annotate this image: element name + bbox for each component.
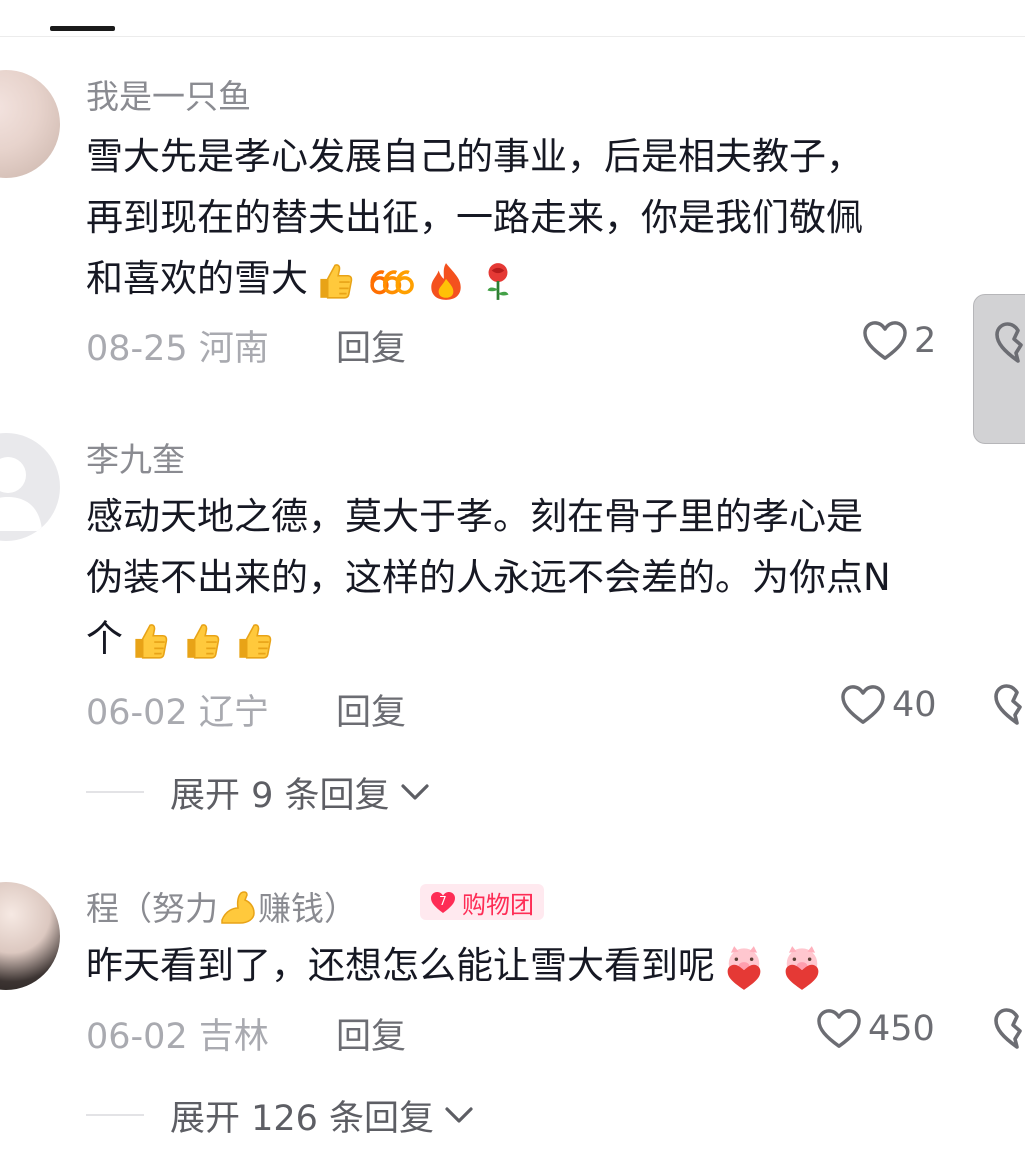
like-button[interactable]: 40 (840, 683, 937, 727)
like-count: 2 (914, 321, 937, 361)
chevron-down-icon (400, 782, 430, 802)
avatar[interactable] (0, 433, 60, 541)
like-count: 450 (868, 1009, 935, 1049)
666-emoji-icon (365, 260, 415, 302)
broken-heart-icon (993, 683, 1025, 727)
divider-line (86, 1114, 144, 1116)
default-avatar-icon (0, 457, 42, 531)
top-divider (0, 36, 1025, 37)
floating-side-panel[interactable] (973, 294, 1025, 444)
comment-username[interactable]: 李九奎 (86, 433, 185, 481)
chevron-down-icon (444, 1105, 474, 1125)
badge-heart-icon: 7 (431, 892, 455, 913)
badge-label: 购物团 (462, 890, 534, 919)
comment-line: 和喜欢的雪大 (86, 248, 863, 309)
heart-icon (862, 320, 908, 362)
comment-text: 昨天看到了，还想怎么能让雪大看到呢 (86, 935, 831, 996)
avatar[interactable] (0, 882, 60, 990)
dislike-button[interactable] (993, 1007, 1025, 1051)
divider-line (86, 791, 144, 793)
drag-handle[interactable] (50, 26, 115, 31)
like-button[interactable]: 450 (816, 1007, 935, 1051)
reply-button[interactable]: 回复 (336, 684, 406, 735)
like-count: 40 (892, 685, 937, 725)
comment-text: 雪大先是孝心发展自己的事业，后是相夫教子， 再到现在的替夫出征，一路走来，你是我… (86, 126, 863, 309)
comment-line: 伪装不出来的，这样的人永远不会差的。为你点N (86, 556, 891, 599)
like-button[interactable]: 2 (862, 319, 936, 363)
reply-button[interactable]: 回复 (336, 320, 406, 371)
heart-icon (816, 1008, 862, 1050)
comment-line: 感动天地之德，莫大于孝。刻在骨子里的孝心是 (86, 495, 863, 538)
thumbs-up-emoji-icon (180, 620, 222, 662)
comment-line: 雪大先是孝心发展自己的事业，后是相夫教子， (86, 135, 863, 178)
comment-date-location: 08-25 河南 (86, 329, 269, 369)
fire-emoji-icon (425, 260, 467, 302)
thumbs-up-emoji-icon (313, 260, 355, 302)
heart-icon (840, 684, 886, 726)
expand-replies-label: 展开 126 条回复 (170, 1098, 435, 1139)
thumbs-up-emoji-icon (232, 620, 274, 662)
comment-date-location: 06-02 辽宁 (86, 693, 269, 733)
pig-heart-emoji-icon (778, 944, 826, 992)
avatar[interactable] (0, 70, 60, 178)
flexed-biceps-emoji-icon (218, 888, 258, 934)
expand-replies-button[interactable]: 展开 9 条回复 (86, 770, 430, 816)
comment-username[interactable]: 我是一只鱼 (86, 70, 251, 118)
thumbs-up-emoji-icon (128, 620, 170, 662)
comment-date-location: 06-02 吉林 (86, 1017, 269, 1057)
reply-button[interactable]: 回复 (336, 1008, 406, 1059)
expand-replies-button[interactable]: 展开 126 条回复 (86, 1093, 474, 1139)
broken-heart-icon (993, 1007, 1025, 1051)
badge-number: 7 (439, 894, 447, 908)
dislike-button[interactable] (993, 683, 1025, 727)
comment-line: 昨天看到了，还想怎么能让雪大看到呢 (86, 935, 831, 996)
shopping-group-badge[interactable]: 7 购物团 (420, 884, 544, 920)
comment-line: 个 (86, 608, 891, 669)
pig-heart-emoji-icon (720, 944, 768, 992)
rose-emoji-icon (477, 260, 519, 302)
comment-username[interactable]: 程（努力 赚钱） (86, 882, 357, 934)
comment-text: 感动天地之德，莫大于孝。刻在骨子里的孝心是 伪装不出来的，这样的人永远不会差的。… (86, 486, 891, 669)
expand-replies-label: 展开 9 条回复 (170, 775, 390, 816)
comment-line: 再到现在的替夫出征，一路走来，你是我们敬佩 (86, 196, 863, 239)
broken-heart-icon (994, 321, 1025, 365)
